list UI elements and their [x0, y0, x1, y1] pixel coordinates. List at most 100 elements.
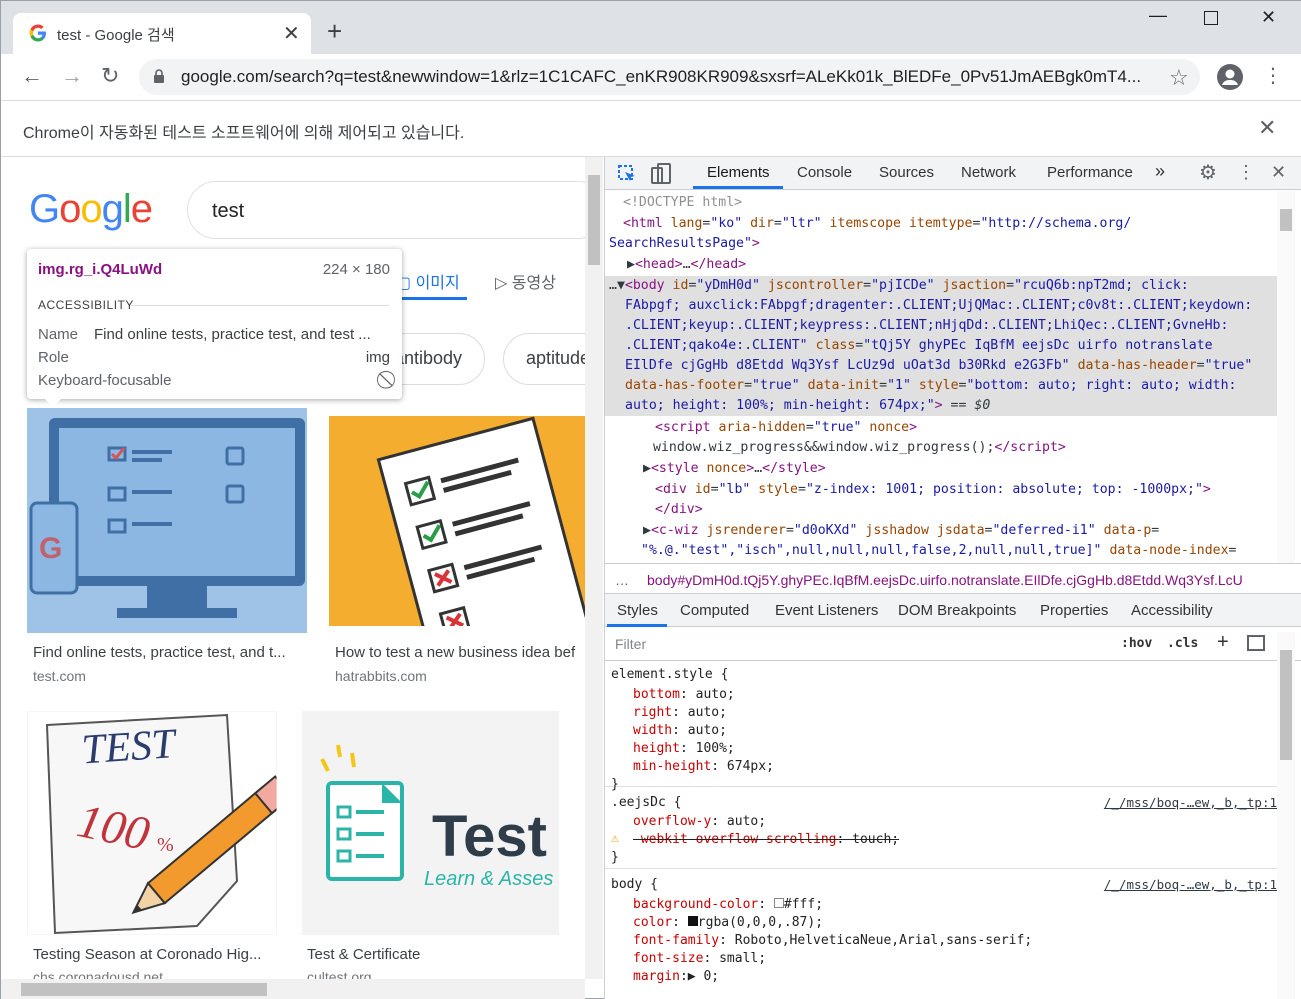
devtools-tab-network[interactable]: Network: [961, 164, 1016, 181]
checklist-illustration: [376, 416, 585, 626]
result-caption[interactable]: Test & Certificate: [307, 946, 557, 963]
inspect-element-icon[interactable]: [617, 164, 637, 184]
menu-kebab-icon[interactable]: ⋮: [1263, 64, 1283, 88]
forward-icon[interactable]: →: [61, 64, 83, 88]
browser-tab[interactable]: test - Google 검색 ✕: [13, 13, 311, 54]
more-tabs-icon[interactable]: »: [1155, 161, 1165, 182]
new-style-rule-icon[interactable]: +: [1217, 631, 1229, 654]
close-window-icon[interactable]: ✕: [1261, 7, 1276, 28]
scrollbar-thumb[interactable]: [21, 983, 267, 996]
rule-source-link[interactable]: /_/mss/boq-…ew,_b,_tp:1: [1104, 877, 1277, 892]
style-declaration[interactable]: font-family: Roboto,HelveticaNeue,Arial,…: [633, 933, 1032, 948]
close-infobar-icon[interactable]: ✕: [1258, 115, 1276, 141]
result-caption[interactable]: Testing Season at Coronado Hig...: [33, 946, 273, 963]
toggle-sidebar-icon[interactable]: [1247, 635, 1265, 651]
devtools-tab-console[interactable]: Console: [797, 164, 852, 181]
styles-pane[interactable]: element.style { bottom: auto; right: aut…: [605, 662, 1277, 999]
dom-node-body[interactable]: …▼<body id="yDmH0d" jscontroller="pjICDe…: [609, 278, 1189, 293]
hov-toggle[interactable]: :hov: [1121, 636, 1152, 651]
scrollbar-thumb[interactable]: [1280, 209, 1292, 231]
scrollbar-thumb[interactable]: [1280, 650, 1292, 760]
dom-node[interactable]: ▶<style nonce>…</style>: [643, 461, 826, 476]
result-image[interactable]: Test Learn & Asses: [302, 711, 559, 935]
tooltip-focus-label: Keyboard-focusable: [38, 372, 172, 389]
style-declaration[interactable]: min-height: 674px;: [633, 759, 774, 774]
breadcrumb-overflow[interactable]: …: [615, 572, 629, 588]
tab-properties[interactable]: Properties: [1040, 602, 1108, 619]
profile-avatar-icon[interactable]: [1217, 64, 1243, 90]
bookmark-star-icon[interactable]: ☆: [1169, 65, 1189, 91]
back-icon[interactable]: ←: [21, 64, 43, 88]
tab-computed[interactable]: Computed: [680, 602, 749, 619]
logo-letter: o: [59, 187, 81, 231]
style-declaration[interactable]: width: auto;: [633, 723, 727, 738]
address-bar[interactable]: google.com/search?q=test&newwindow=1&rlz…: [139, 59, 1200, 95]
dom-node[interactable]: <script aria-hidden="true" nonce>: [655, 420, 917, 435]
close-devtools-icon[interactable]: ✕: [1271, 162, 1286, 183]
close-tab-icon[interactable]: ✕: [283, 21, 300, 46]
result-domain[interactable]: hatrabbits.com: [335, 668, 427, 684]
result-image[interactable]: [329, 416, 585, 626]
result-caption[interactable]: Find online tests, practice test, and t.…: [33, 644, 295, 661]
scrollbar-thumb[interactable]: [588, 175, 600, 265]
logo-letter: G: [29, 187, 60, 231]
tooltip-role-label: Role: [38, 349, 69, 366]
devtools-tab-sources[interactable]: Sources: [879, 164, 934, 181]
device-toolbar-icon[interactable]: [651, 163, 671, 185]
devtools-menu-icon[interactable]: ⋮: [1237, 162, 1255, 183]
dom-node-line: .CLIENT;qako4e:.CLIENT" class="tQj5Y ghy…: [625, 338, 1213, 353]
rule-source-link[interactable]: /_/mss/boq-…ew,_b,_tp:1: [1104, 795, 1277, 810]
breadcrumb-body[interactable]: body#yDmH0d.tQj5Y.ghyPEc.IqBfM.eejsDc.ui…: [647, 572, 1243, 588]
search-query: test: [212, 200, 245, 222]
tab-event-listeners[interactable]: Event Listeners: [775, 602, 878, 619]
style-declaration[interactable]: background-color: #fff;: [633, 897, 823, 912]
dom-node[interactable]: <div id="lb" style="z-index: 1001; posit…: [655, 482, 1211, 497]
url-text: google.com/search?q=test&newwindow=1&rlz…: [181, 67, 1142, 86]
styles-filter-input[interactable]: Filter: [615, 636, 646, 652]
page-vertical-scrollbar[interactable]: [585, 157, 603, 979]
result-domain[interactable]: chs.coronadousd.net: [33, 969, 163, 979]
result-domain[interactable]: cultest.org: [307, 969, 372, 979]
devtools-tab-elements[interactable]: Elements: [707, 164, 770, 181]
dom-node[interactable]: <!DOCTYPE html>: [623, 195, 742, 210]
dom-node[interactable]: ▶<c-wiz jsrenderer="d0oKXd" jsshadow jsd…: [643, 523, 1159, 538]
tab-styles[interactable]: Styles: [617, 602, 658, 619]
maximize-icon[interactable]: [1204, 11, 1218, 25]
style-declaration[interactable]: font-size: small;: [633, 951, 766, 966]
dom-node[interactable]: ▶<head>…</head>: [627, 257, 746, 272]
tab-accessibility[interactable]: Accessibility: [1131, 602, 1213, 619]
reload-icon[interactable]: ↻: [101, 64, 119, 88]
page-horizontal-scrollbar[interactable]: [1, 979, 585, 999]
rule-selector: body {: [611, 877, 658, 892]
style-declaration[interactable]: height: 100%;: [633, 741, 735, 756]
style-declaration[interactable]: overflow-y: auto;: [633, 814, 766, 829]
style-declaration[interactable]: margin:▶ 0;: [633, 969, 719, 984]
tab-images-indicator: [397, 297, 467, 300]
style-declaration[interactable]: bottom: auto;: [633, 687, 735, 702]
devtools-tab-performance[interactable]: Performance: [1047, 164, 1133, 181]
settings-gear-icon[interactable]: ⚙: [1199, 160, 1217, 185]
result-image[interactable]: TEST 100 %: [27, 711, 277, 935]
dom-node[interactable]: <html lang="ko" dir="ltr" itemscope item…: [623, 216, 1131, 231]
result-caption[interactable]: How to test a new business idea bef: [335, 644, 585, 661]
elements-tree[interactable]: <!DOCTYPE html> <html lang="ko" dir="ltr…: [605, 191, 1301, 563]
tooltip-name-value: Find online tests, practice test, and te…: [94, 326, 371, 343]
style-declaration-invalid[interactable]: -webkit-overflow-scrolling: touch;: [633, 832, 899, 847]
pencil-card-word: TEST: [80, 721, 179, 774]
elements-scrollbar[interactable]: [1277, 191, 1295, 563]
chip-aptitude[interactable]: aptitude: [503, 333, 585, 385]
tab-images[interactable]: ▢ 이미지: [396, 269, 460, 293]
new-tab-icon[interactable]: +: [327, 18, 342, 44]
tab-dom-breakpoints[interactable]: DOM Breakpoints: [898, 602, 1016, 619]
result-domain[interactable]: test.com: [33, 668, 86, 684]
result-image[interactable]: G: [27, 408, 307, 633]
minimize-icon[interactable]: —: [1149, 5, 1167, 26]
logo-letter: g: [101, 187, 124, 231]
style-declaration[interactable]: color: rgba(0,0,0,.87);: [633, 915, 823, 930]
tab-videos[interactable]: ▷ 동영상: [495, 269, 556, 293]
google-logo[interactable]: Google: [29, 187, 153, 232]
search-input[interactable]: test: [187, 181, 585, 239]
styles-scrollbar[interactable]: [1277, 632, 1295, 999]
cls-toggle[interactable]: .cls: [1167, 636, 1198, 651]
style-declaration[interactable]: right: auto;: [633, 705, 727, 720]
